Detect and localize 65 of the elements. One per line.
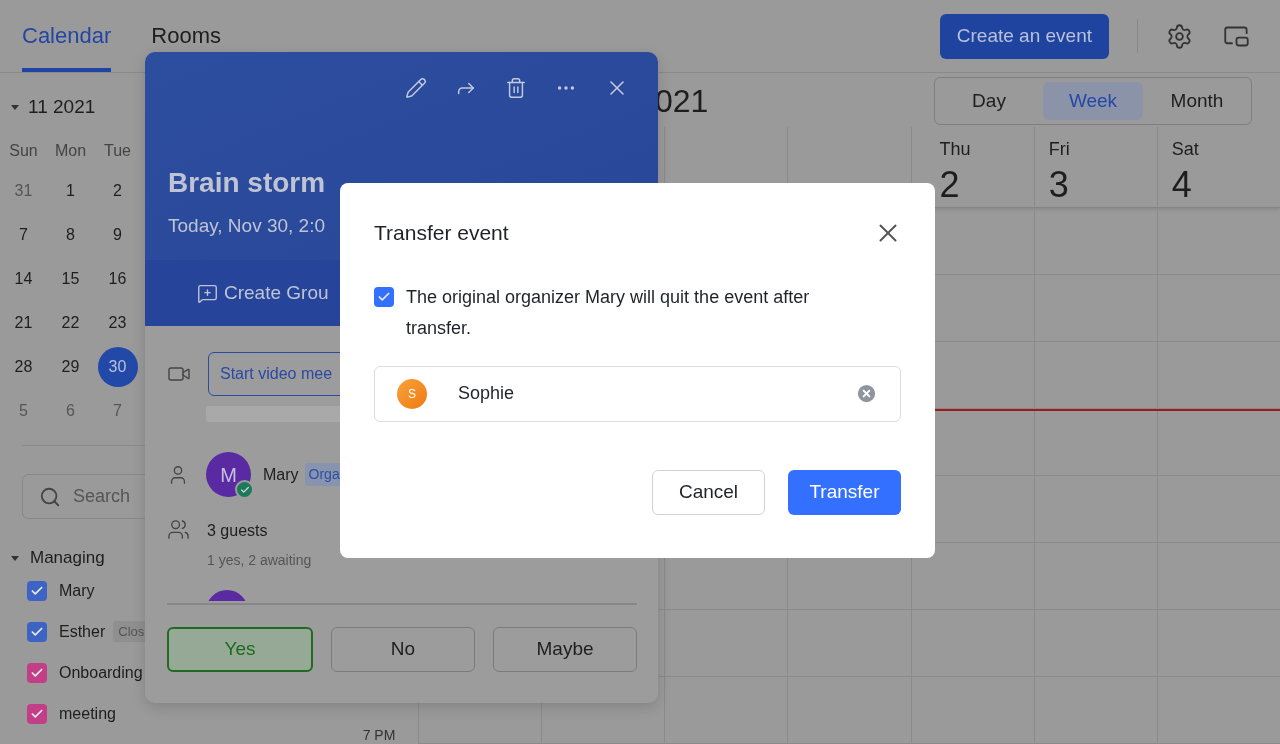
people-icon [167, 518, 190, 541]
month-label: 11 2021 [28, 94, 96, 119]
time-label: 7 PM [362, 727, 396, 743]
search-icon [39, 485, 61, 508]
event-time: Today, Nov 30, 2:0 [168, 214, 326, 238]
calendar-day[interactable]: 1 [50, 171, 91, 211]
checkbox[interactable] [27, 662, 47, 683]
calendar-day[interactable]: 16 [97, 259, 138, 299]
recipient-field[interactable]: S Sophie [374, 365, 901, 422]
weekday-label: Thu [938, 138, 972, 161]
avatar: S [397, 378, 427, 409]
calendar-day[interactable]: 30 [97, 347, 138, 387]
calendar-day[interactable]: 15 [50, 259, 91, 299]
checkbox[interactable] [27, 703, 47, 724]
section-heading: Managing [30, 547, 105, 570]
avatar: M [206, 452, 251, 497]
calendar-day[interactable]: 23 [97, 303, 138, 343]
rsvp-button[interactable]: No [331, 627, 475, 672]
calendar-day[interactable]: 2 [97, 171, 138, 211]
checkbox[interactable] [374, 286, 394, 307]
day-number: 4 [1171, 163, 1193, 207]
checkbox-label: The original organizer Mary will quit the event after transfer. [406, 285, 811, 340]
create-event-button[interactable]: Create an event [939, 13, 1109, 59]
dialog-title: Transfer event [374, 220, 509, 246]
calendar-name[interactable]: meeting [59, 701, 116, 726]
calendar-day[interactable]: 29 [50, 347, 91, 387]
create-group-button[interactable]: Create Grou [197, 278, 329, 308]
recipient-name: Sophie [458, 382, 516, 405]
tab[interactable]: Rooms [151, 0, 221, 72]
edit-icon[interactable] [405, 77, 427, 99]
calendar-day[interactable]: 21 [3, 303, 44, 343]
calendar-name[interactable]: Mary [59, 578, 95, 603]
calendar-day[interactable]: 28 [3, 347, 44, 387]
day-number: 3 [1048, 163, 1070, 207]
calendar-day[interactable]: 14 [3, 259, 44, 299]
rsvp-button[interactable]: Maybe [493, 627, 637, 672]
calendar-day[interactable]: 9 [97, 215, 138, 255]
view-tab[interactable]: Month [1147, 82, 1247, 120]
chat-plus-icon [197, 282, 218, 304]
transfer-button[interactable]: Transfer [788, 469, 901, 515]
guest-summary: 1 yes, 2 awaiting [207, 551, 312, 570]
caret-icon[interactable] [10, 102, 20, 112]
cancel-button[interactable]: Cancel [652, 469, 765, 515]
guest-count: 3 guests [207, 521, 269, 541]
day-number: 2 [938, 163, 961, 207]
calendar-name[interactable]: Onboarding [59, 660, 143, 685]
calendar-day[interactable]: 22 [50, 303, 91, 343]
event-title: Brain storm [168, 166, 326, 200]
tab[interactable]: Calendar [22, 0, 112, 72]
calendar-name[interactable]: Esther [59, 619, 106, 644]
weekday-label: Mon [53, 141, 88, 161]
clear-icon[interactable] [855, 382, 878, 405]
checkbox[interactable] [27, 580, 47, 601]
settings-icon[interactable] [1166, 22, 1193, 50]
organizer-name: Mary [263, 464, 299, 485]
view-tab[interactable]: Day [939, 82, 1039, 120]
calendar-day[interactable]: 7 [3, 215, 44, 255]
delete-icon[interactable] [505, 77, 527, 99]
weekday-label: Sat [1171, 138, 1200, 161]
weekday-label: Sun [8, 141, 39, 161]
weekday-label: Tue [103, 141, 132, 161]
checkbox[interactable] [27, 621, 47, 642]
caret-icon[interactable] [10, 553, 20, 563]
weekday-label: Fri [1048, 138, 1071, 161]
calendar-day[interactable]: 8 [50, 215, 91, 255]
